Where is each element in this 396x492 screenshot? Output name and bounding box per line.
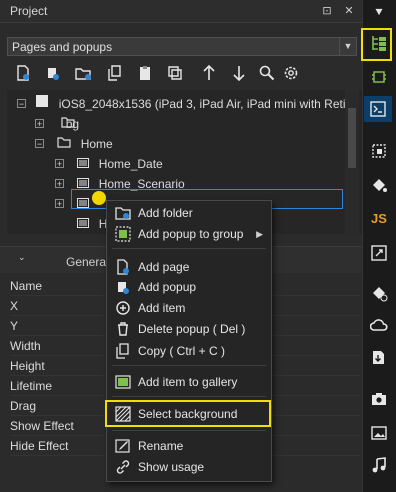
cloud-icon[interactable] xyxy=(364,312,394,338)
expand-icon[interactable]: + xyxy=(35,119,44,129)
project-toolbar xyxy=(0,60,362,86)
submenu-arrow-icon: ▶ xyxy=(256,229,263,239)
menu-separator xyxy=(112,365,266,366)
menu-item-add-item[interactable]: Add item xyxy=(107,298,271,318)
search-icon[interactable] xyxy=(258,64,276,82)
folder-icon xyxy=(57,134,71,154)
tablet-icon xyxy=(35,94,49,114)
folder-add-icon xyxy=(115,205,131,221)
menu-item-rename[interactable]: Rename xyxy=(107,436,271,456)
menu-item-label: Copy ( Ctrl + C ) xyxy=(138,344,226,358)
menu-item-label: Add popup xyxy=(138,280,197,294)
expand-icon[interactable]: + xyxy=(55,179,64,189)
image-icon[interactable] xyxy=(364,420,394,446)
pages-popups-dropdown[interactable]: Pages and popups ▼ xyxy=(7,37,357,56)
menu-item-add-popup[interactable]: Add popup xyxy=(107,277,271,297)
popup-add-icon xyxy=(115,279,131,295)
panel-title: Project xyxy=(10,4,48,18)
new-folder-icon[interactable] xyxy=(74,64,92,82)
collapse-icon[interactable]: − xyxy=(17,99,26,109)
page-icon xyxy=(77,154,90,174)
duplicate-icon[interactable] xyxy=(166,64,184,82)
chevron-down-icon[interactable]: ▼ xyxy=(339,38,356,55)
tree-item[interactable]: + bg xyxy=(35,113,79,133)
menu-item-label: Add popup to group xyxy=(138,227,244,241)
menu-item-label: Add page xyxy=(138,260,190,274)
camera-icon[interactable] xyxy=(364,386,394,412)
tree-item-label: Home_Date xyxy=(98,156,163,171)
tree-root[interactable]: − iOS8_2048x1536 (iPad 3, iPad Air, iPad… xyxy=(17,93,359,113)
scrollbar-thumb[interactable] xyxy=(348,108,356,168)
panel-titlebar: Project ⊡ ✕ xyxy=(0,0,362,23)
copy-icon[interactable] xyxy=(106,64,124,82)
tab-general[interactable]: General xyxy=(66,255,109,269)
link-icon xyxy=(115,459,131,475)
tree-item[interactable]: − Home xyxy=(35,133,113,153)
triangle-icon[interactable] xyxy=(364,2,394,28)
menu-item-label: Delete popup ( Del ) xyxy=(138,322,246,336)
sidebar-highlight xyxy=(361,28,392,61)
mouse-cursor-indicator xyxy=(92,191,106,205)
expand-icon[interactable]: + xyxy=(55,159,64,169)
pencil-icon xyxy=(115,438,131,454)
dropdown-value: Pages and popups xyxy=(12,40,113,54)
settings-icon[interactable] xyxy=(282,64,300,82)
menu-item-copy[interactable]: Copy ( Ctrl + C ) xyxy=(107,341,271,361)
page-icon xyxy=(77,214,90,234)
new-page-icon[interactable] xyxy=(14,64,32,82)
popup-group-icon xyxy=(115,226,131,242)
menu-separator xyxy=(112,430,266,431)
tree-item-label: bg xyxy=(65,116,80,131)
chip-icon[interactable] xyxy=(364,64,394,90)
menu-item-show-usage[interactable]: Show usage xyxy=(107,457,271,477)
menu-item-add-page[interactable]: Add page xyxy=(107,257,271,277)
menu-item-delete-popup[interactable]: Delete popup ( Del ) xyxy=(107,319,271,339)
move-up-icon[interactable] xyxy=(200,64,218,82)
js-icon[interactable]: JS xyxy=(364,206,394,232)
layers-icon[interactable] xyxy=(364,138,394,164)
trash-icon xyxy=(115,321,131,337)
effects-icon[interactable] xyxy=(364,280,394,306)
music-icon[interactable] xyxy=(364,452,394,478)
page-add-icon xyxy=(115,259,131,275)
download-icon[interactable] xyxy=(364,344,394,370)
paste-icon[interactable] xyxy=(136,64,154,82)
move-down-icon[interactable] xyxy=(230,64,248,82)
fill-icon[interactable] xyxy=(364,172,394,198)
menu-item-label: Add item to gallery xyxy=(138,375,238,389)
new-popup-icon[interactable] xyxy=(44,64,62,82)
menu-item-label: Add item xyxy=(138,301,186,315)
tree-item[interactable]: + Home_Date xyxy=(55,153,163,173)
menu-item-label: Show usage xyxy=(138,460,205,474)
pin-icon[interactable]: ⊡ xyxy=(320,4,334,18)
collapse-properties-icon[interactable]: ⌄ xyxy=(18,252,26,263)
resize-icon[interactable] xyxy=(364,240,394,266)
copy-icon xyxy=(115,343,131,359)
menu-item-add-to-gallery[interactable]: Add item to gallery xyxy=(107,372,271,392)
menu-item-add-folder[interactable]: Add folder xyxy=(107,203,271,223)
menu-separator xyxy=(112,396,266,397)
plus-circle-icon xyxy=(115,300,131,316)
menu-item-label: Add folder xyxy=(138,206,193,220)
close-icon[interactable]: ✕ xyxy=(342,4,356,18)
collapse-icon[interactable]: − xyxy=(35,139,44,149)
menu-separator xyxy=(112,248,266,249)
menu-item-highlight xyxy=(105,400,271,427)
menu-item-label: Rename xyxy=(138,439,184,453)
expand-icon[interactable]: + xyxy=(55,199,64,209)
terminal-icon[interactable] xyxy=(364,96,392,122)
gallery-icon xyxy=(115,374,131,390)
tree-item-label: Home xyxy=(80,136,113,151)
tree-root-label: iOS8_2048x1536 (iPad 3, iPad Air, iPad m… xyxy=(58,96,359,111)
menu-item-add-popup-to-group[interactable]: Add popup to group ▶ xyxy=(107,224,271,244)
